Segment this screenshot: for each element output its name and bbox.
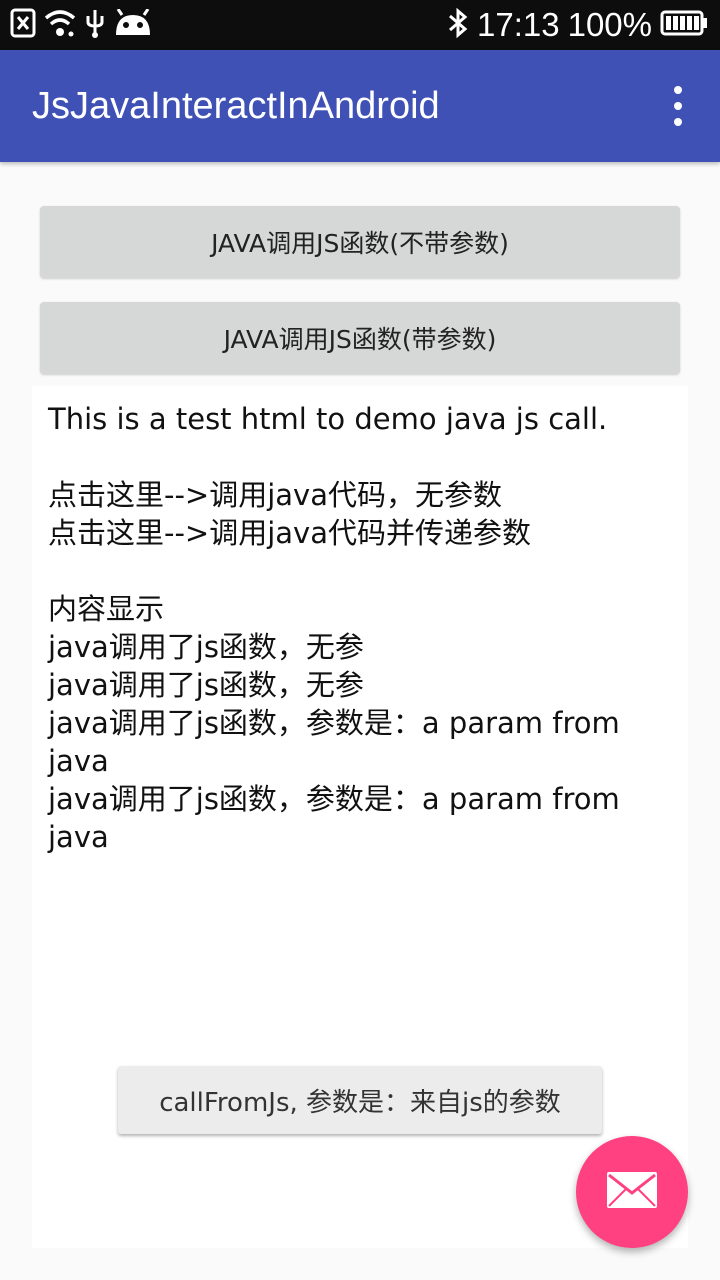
app-screen: 17:13 100% JsJavaInteractInAndroid JAVA调: [0, 0, 720, 1280]
log-line: java调用了js函数，参数是：a param from java: [48, 706, 620, 778]
status-bar-left-icons: [10, 8, 152, 42]
android-icon: [114, 8, 152, 41]
mail-fab-button[interactable]: [576, 1136, 688, 1248]
intro-text: This is a test html to demo java js call…: [48, 402, 608, 436]
overflow-menu-icon[interactable]: [658, 86, 698, 126]
app-title: JsJavaInteractInAndroid: [32, 85, 440, 127]
bluetooth-icon: [447, 7, 469, 43]
sim-off-icon: [10, 8, 36, 42]
call-java-no-param-link[interactable]: 点击这里-->调用java代码，无参数: [48, 476, 668, 514]
mail-icon: [606, 1171, 658, 1213]
wifi-icon: [44, 8, 76, 42]
call-js-with-param-button[interactable]: JAVA调用JS函数(带参数): [40, 302, 680, 374]
call-java-with-param-link[interactable]: 点击这里-->调用java代码并传递参数: [48, 514, 668, 552]
battery-percent: 100%: [567, 6, 652, 43]
status-time: 17:13: [477, 6, 560, 43]
battery-icon: [660, 9, 708, 41]
toast-message: callFromJs, 参数是：来自js的参数: [118, 1066, 602, 1134]
status-bar-right: 17:13 100%: [447, 0, 708, 50]
status-bar: 17:13 100%: [0, 0, 720, 50]
log-line: java调用了js函数，无参: [48, 630, 364, 664]
log-line: java调用了js函数，无参: [48, 668, 364, 702]
call-js-no-param-button[interactable]: JAVA调用JS函数(不带参数): [40, 206, 680, 278]
app-toolbar: JsJavaInteractInAndroid: [0, 50, 720, 162]
webview-content: This is a test html to demo java js call…: [48, 400, 668, 856]
content-heading: 内容显示: [48, 592, 165, 626]
usb-icon: [84, 8, 106, 42]
log-line: java调用了js函数，参数是：a param from java: [48, 782, 620, 854]
